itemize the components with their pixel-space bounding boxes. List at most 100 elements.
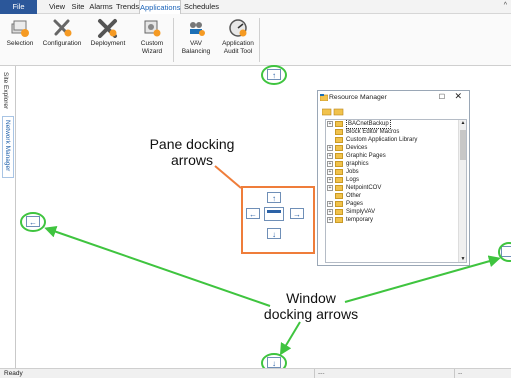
folder-icon[interactable] <box>333 108 344 116</box>
resource-tree[interactable]: + BACnetBackup Block Editor Macros Custo… <box>325 119 467 263</box>
arrow-to-bottom-dock <box>279 321 301 356</box>
tree-item-simplyvav[interactable]: + SimplyVAV <box>326 208 456 216</box>
expand-icon[interactable]: + <box>327 121 333 127</box>
window-dock-right-button[interactable] <box>501 246 511 257</box>
menu-view[interactable]: View <box>47 0 67 14</box>
audit-tool-label: Application Audit Tool <box>222 40 254 55</box>
arrow-up-icon: ↑ <box>272 71 276 80</box>
tree-item-bacnetbackup[interactable]: + BACnetBackup <box>326 120 456 129</box>
expand-icon[interactable]: + <box>327 185 333 191</box>
menu-schedules[interactable]: Schedules <box>184 0 219 14</box>
tree-item-graphics[interactable]: + graphics <box>326 160 456 168</box>
scroll-down-icon[interactable]: ▼ <box>459 256 466 262</box>
status-divider <box>314 369 315 378</box>
arrow-to-left-dock <box>44 225 271 307</box>
tree-item-label: NetpointCOV <box>346 185 382 191</box>
expand-icon[interactable]: + <box>327 201 333 207</box>
status-divider <box>454 369 455 378</box>
folder-icon <box>335 137 343 143</box>
tree-item-other[interactable]: Other <box>326 192 456 200</box>
tab-site-explorer[interactable]: Site Explorer <box>2 72 14 114</box>
folder-icon <box>335 129 343 135</box>
tree-item-label: Custom Application Library <box>346 137 418 143</box>
resource-manager-title: Resource Manager <box>329 94 387 101</box>
expand-icon[interactable]: + <box>327 209 333 215</box>
window-dock-bottom-button[interactable]: ↓ <box>267 357 281 368</box>
close-icon[interactable]: ✕ <box>454 90 462 103</box>
folder-icon <box>335 193 343 199</box>
pane-docking-callout: Pane docking arrows <box>149 136 235 168</box>
tree-item-temporary[interactable]: + temporary <box>326 216 456 224</box>
tab-network-manager[interactable]: Network Manager <box>2 116 14 178</box>
vav-balancing-icon <box>190 22 205 36</box>
expand-icon[interactable]: + <box>327 217 333 223</box>
status-field-1: --- <box>318 370 325 377</box>
collapse-ribbon-icon[interactable]: ^ <box>504 2 507 9</box>
expand-icon[interactable]: + <box>327 161 333 167</box>
scroll-up-icon[interactable]: ▲ <box>459 120 466 126</box>
window-dock-left-button[interactable]: ← <box>26 216 40 227</box>
folder-icon <box>335 145 343 151</box>
folder-icon <box>335 209 343 215</box>
tree-item-label: Other <box>346 193 362 199</box>
tree-item-logs[interactable]: + Logs <box>326 176 456 184</box>
menu-alarms[interactable]: Alarms <box>89 0 113 14</box>
tree-item-label: graphics <box>346 161 369 167</box>
folder-icon <box>335 161 343 167</box>
expand-icon[interactable]: + <box>327 177 333 183</box>
selection-icon <box>11 20 29 37</box>
left-pane-border <box>15 66 16 368</box>
tree-item-jobs[interactable]: + Jobs <box>326 168 456 176</box>
status-bar: Ready --- -- <box>0 368 511 378</box>
resource-manager-toolbar <box>322 108 344 116</box>
custom-wizard-label: Custom Wizard <box>140 40 164 55</box>
configuration-label: Configuration <box>42 40 82 47</box>
maximize-icon[interactable]: ☐ <box>439 91 445 104</box>
tree-item-label: Graphic Pages <box>346 153 386 159</box>
window-dock-top-button[interactable]: ↑ <box>267 69 281 80</box>
resource-manager-icon <box>320 94 328 101</box>
folder-icon <box>335 121 343 127</box>
tree-item-label: Jobs <box>346 169 359 175</box>
tree-item-pages[interactable]: + Pages <box>326 200 456 208</box>
resource-manager-window[interactable]: Resource Manager ☐ ✕ + BACnetBackup Bloc… <box>317 90 470 266</box>
vav-balancing-label: VAV Balancing <box>181 40 211 55</box>
arrow-left-icon: ← <box>29 218 37 227</box>
menu-applications[interactable]: Applications <box>139 0 181 15</box>
custom-wizard-icon <box>144 20 161 37</box>
tree-item-label: Devices <box>346 145 368 151</box>
menu-site[interactable]: Site <box>70 0 86 14</box>
ribbon: Selection Configuration Deployment Custo… <box>0 14 511 66</box>
ribbon-separator <box>259 18 260 62</box>
arrow-to-pane-box <box>214 165 242 189</box>
expand-icon[interactable]: + <box>327 153 333 159</box>
tree-item-graphic-pages[interactable]: + Graphic Pages <box>326 152 456 160</box>
tree-item-block-editor-macros[interactable]: Block Editor Macros <box>326 128 456 136</box>
configuration-icon <box>53 19 72 37</box>
tree-item-label: Block Editor Macros <box>346 129 400 135</box>
expand-icon[interactable]: + <box>327 169 333 175</box>
tree-item-netpointcov[interactable]: + NetpointCOV <box>326 184 456 192</box>
folder-icon <box>335 177 343 183</box>
arrow-right-icon <box>502 247 511 256</box>
tree-item-custom-application-library[interactable]: Custom Application Library <box>326 136 456 144</box>
scrollbar-thumb[interactable] <box>460 130 466 160</box>
folder-icon <box>335 217 343 223</box>
tree-item-devices[interactable]: + Devices <box>326 144 456 152</box>
open-folder-icon[interactable] <box>322 108 332 116</box>
expand-icon[interactable]: + <box>327 145 333 151</box>
tree-item-label: temporary <box>346 217 374 223</box>
tree-item-label: SimplyVAV <box>346 209 376 215</box>
resource-manager-titlebar[interactable]: Resource Manager ☐ ✕ <box>318 91 469 104</box>
menu-file[interactable]: File <box>0 0 37 14</box>
deployment-icon <box>98 19 117 38</box>
folder-icon <box>335 169 343 175</box>
window-docking-callout: Window docking arrows <box>263 290 359 322</box>
menu-trends[interactable]: Trends <box>116 0 139 14</box>
status-text: Ready <box>4 370 23 377</box>
tree-scrollbar[interactable]: ▲ ▼ <box>458 120 466 262</box>
deployment-label: Deployment <box>90 40 126 47</box>
audit-tool-icon <box>229 19 247 37</box>
menu-bar: File View Site Alarms Trends Application… <box>0 0 511 15</box>
folder-icon <box>335 201 343 207</box>
